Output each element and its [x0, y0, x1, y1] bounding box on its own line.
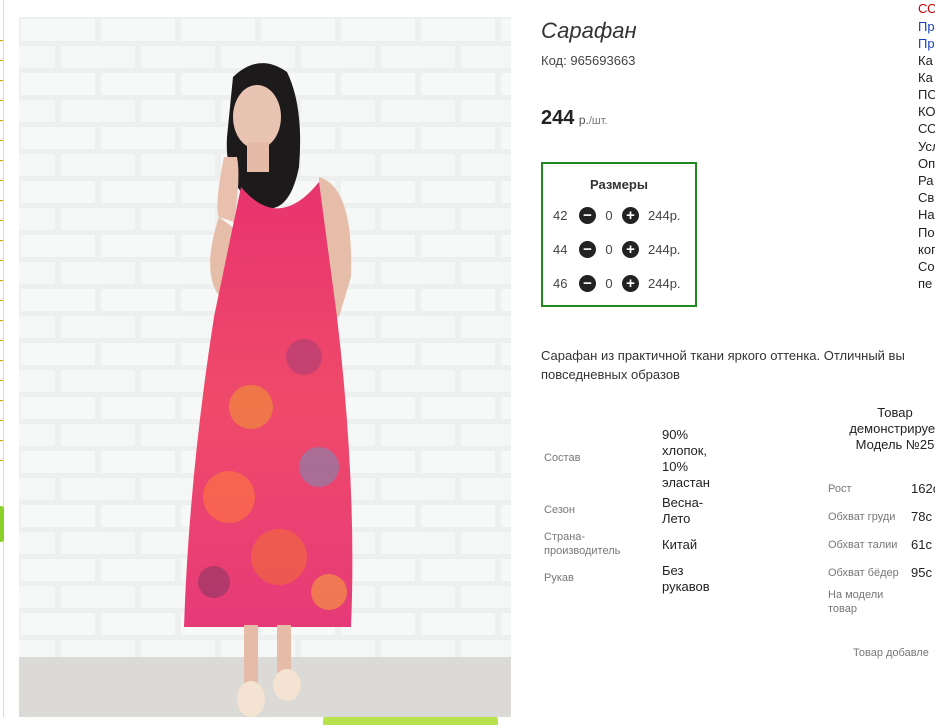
price-currency: р. [578, 113, 589, 127]
size-qty: 0 [605, 275, 613, 291]
price-per: /шт. [588, 115, 608, 127]
spec-value-season: Весна- Лето [662, 495, 703, 527]
product-photo[interactable] [19, 17, 511, 717]
spec-value-country: Китай [662, 537, 698, 552]
product-price: 244 р./шт. [541, 107, 608, 130]
plus-circle-icon[interactable]: + [622, 206, 639, 224]
minus-circle-icon[interactable]: − [579, 274, 596, 292]
product-code-label: Код: [541, 53, 567, 68]
product-description: Сарафан из практичной ткани яркого оттен… [541, 346, 935, 384]
price-unit: р./шт. [579, 113, 608, 127]
left-edge-strip [0, 0, 4, 717]
model-heading-line: Товар [877, 405, 913, 420]
size-price: 244р. [648, 275, 681, 291]
size-number: 44 [553, 241, 568, 257]
model-label-height: Рост [828, 483, 852, 495]
spec-value-line: Без [662, 563, 684, 578]
sidebar-item[interactable]: Ра [918, 172, 933, 189]
spec-value-line: эластан [662, 475, 710, 490]
model-heading-line: Модель №25 [855, 437, 935, 452]
spec-value-line: Лето [662, 511, 691, 526]
spec-value-line: Весна- [662, 495, 704, 510]
spec-label-season: Сезон [544, 504, 575, 516]
model-value-bust: 78с [911, 509, 932, 524]
model-label-waist: Обхват талии [828, 539, 898, 551]
model-label-bust: Обхват груди [828, 511, 896, 523]
model-heading-line: демонстрирует [849, 421, 935, 436]
spec-label-sleeve: Рукав [544, 572, 574, 584]
spec-label-line: Страна- [544, 531, 586, 543]
sizes-title: Размеры [590, 177, 648, 192]
sidebar-item[interactable]: СО [918, 0, 935, 17]
sidebar-item[interactable]: пе [918, 275, 932, 292]
sidebar-item[interactable]: ког [918, 241, 935, 258]
side-tab[interactable] [0, 506, 4, 542]
added-note: Товар добавле [853, 647, 929, 659]
sidebar-item[interactable]: СО [918, 120, 935, 137]
sidebar-item[interactable]: КО [918, 103, 935, 120]
sidebar-item[interactable]: Ка [918, 69, 933, 86]
model-value-hips: 95с [911, 565, 932, 580]
sidebar-item[interactable]: Пр [918, 18, 935, 35]
spec-value-line: хлопок, [662, 443, 708, 458]
sidebar-item[interactable]: ПО [918, 86, 935, 103]
sidebar-item[interactable]: Ка [918, 52, 933, 69]
model-value-height: 162с [911, 481, 935, 496]
sidebar-item[interactable]: Усл [918, 138, 935, 155]
sidebar-menu: СО Пр Пр Ка Ка ПО КО СО Усл Оп Ра Св На … [918, 0, 935, 300]
product-title: Сарафан [541, 18, 637, 43]
spec-value-line: 10% [662, 459, 689, 474]
sidebar-item[interactable]: На [918, 206, 935, 223]
sidebar-item[interactable]: По [918, 224, 935, 241]
spec-label-line: производитель [544, 545, 621, 557]
model-label-line: На модели [828, 589, 884, 601]
sidebar-item[interactable]: Св [918, 189, 934, 206]
plus-circle-icon[interactable]: + [622, 274, 639, 292]
size-row: 42 − 0 + 244р. [553, 205, 693, 225]
description-line: Сарафан из практичной ткани яркого оттен… [541, 348, 905, 363]
description-line: повседневных образов [541, 367, 680, 382]
sidebar-item[interactable]: Оп [918, 155, 935, 172]
size-number: 46 [553, 275, 568, 291]
size-row: 46 − 0 + 244р. [553, 273, 693, 293]
model-value-waist: 61с [911, 537, 932, 552]
spec-value-sleeve: Без рукавов [662, 563, 710, 595]
price-value: 244 [541, 107, 575, 129]
spec-value-line: 90% [662, 427, 689, 442]
size-qty: 0 [605, 241, 613, 257]
sizes-selector: Размеры 42 − 0 + 244р. 44 − 0 + 244р. 46… [541, 162, 697, 307]
size-price: 244р. [648, 207, 681, 223]
minus-circle-icon[interactable]: − [579, 206, 596, 224]
spec-value-composition: 90% хлопок, 10% эластан [662, 427, 710, 491]
spec-label-composition: Состав [544, 452, 581, 464]
model-label-hips: Обхват бёдер [828, 567, 899, 579]
size-qty: 0 [605, 207, 613, 223]
spec-label-country: Страна- производитель [544, 530, 620, 558]
model-label-on-model: На модели товар [828, 588, 883, 616]
size-row: 44 − 0 + 244р. [553, 239, 693, 259]
size-price: 244р. [648, 241, 681, 257]
plus-circle-icon[interactable]: + [622, 240, 639, 258]
sidebar-item[interactable]: Со [918, 258, 935, 275]
product-code-value: 965693663 [570, 53, 636, 68]
product-code: Код: 965693663 [541, 53, 635, 68]
model-heading: Товар демонстрирует Модель №25 [830, 405, 935, 453]
model-label-line: товар [828, 603, 857, 615]
size-number: 42 [553, 207, 568, 223]
spec-value-line: рукавов [662, 579, 710, 594]
minus-circle-icon[interactable]: − [579, 240, 596, 258]
sidebar-item[interactable]: Пр [918, 35, 935, 52]
product-photo-image [19, 17, 511, 717]
